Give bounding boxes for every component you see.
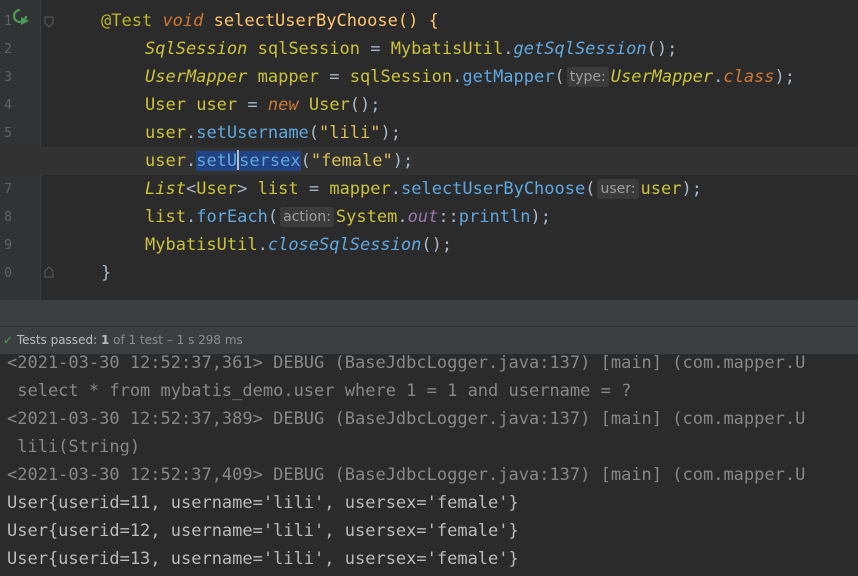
parameter-hint: user: <box>597 179 639 199</box>
code-text: . <box>257 235 268 255</box>
code-text: ( <box>308 123 320 143</box>
static-field: out <box>407 207 439 227</box>
console-line: lili(String) <box>7 437 141 457</box>
class-name: UserMapper <box>610 67 714 87</box>
code-text: :: <box>438 207 459 227</box>
code-text: . <box>503 39 514 59</box>
code-line[interactable]: List<User> list = mapper.selectUserByCho… <box>0 175 858 203</box>
code-text: ( <box>554 67 565 87</box>
parameter-hint: type: <box>566 67 609 87</box>
code-line[interactable]: user.setUsername("lili"); <box>0 119 858 147</box>
code-text: > <box>237 179 248 199</box>
code-text: ); <box>380 123 401 143</box>
code-text: ); <box>530 207 551 227</box>
code-line[interactable]: UserMapper mapper = sqlSession.getMapper… <box>0 63 858 91</box>
test-status-bar: ✓ Tests passed: 1 of 1 test – 1 s 298 ms <box>0 327 858 354</box>
code-text: . <box>185 151 197 171</box>
code-text: (); <box>349 95 381 115</box>
console-line: User{userid=12, username='lili', usersex… <box>7 521 519 541</box>
check-icon: ✓ <box>3 333 14 347</box>
console-line: <2021-03-30 12:52:37,389> DEBUG (BaseJdb… <box>7 409 806 429</box>
console-line: <2021-03-30 12:52:37,409> DEBUG (BaseJdb… <box>7 465 806 485</box>
variable: user <box>640 179 682 199</box>
code-text: ); <box>392 151 414 171</box>
code-line[interactable]: User user = new User(); <box>0 91 858 119</box>
code-text: = <box>298 179 330 199</box>
keyword: new <box>267 95 299 115</box>
code-text: () { <box>397 11 439 31</box>
tests-passed-count: 1 <box>100 333 110 347</box>
type-name: User <box>145 95 186 115</box>
method-call: closeSqlSession <box>267 235 422 255</box>
code-text: . <box>452 67 463 87</box>
string-literal: "female" <box>310 151 393 171</box>
code-text: ); <box>774 67 796 87</box>
variable: user <box>196 95 238 115</box>
type-name: SqlSession <box>145 39 248 59</box>
code-text: . <box>390 179 401 199</box>
tests-summary: of 1 test – 1 s 298 ms <box>113 333 243 347</box>
run-console-output[interactable]: <2021-03-30 12:52:37,361> DEBUG (BaseJdb… <box>0 354 858 576</box>
class-name: MybatisUtil <box>145 235 258 255</box>
code-text: . <box>185 123 197 143</box>
panel-divider[interactable] <box>0 300 858 327</box>
code-line[interactable]: MybatisUtil.closeSqlSession(); <box>0 231 858 259</box>
console-line: User{userid=13, username='lili', usersex… <box>7 549 519 569</box>
code-text: = <box>319 67 350 87</box>
variable: user <box>145 123 186 143</box>
code-text: ( <box>267 207 279 227</box>
code-text: (); <box>421 235 453 255</box>
code-text: = <box>359 39 391 59</box>
keyword: class <box>723 67 775 87</box>
code-line[interactable]: list.forEach(action: System.out::println)… <box>0 203 858 231</box>
variable: mapper <box>329 179 391 199</box>
type-name: List <box>145 179 186 199</box>
code-text: < <box>185 179 197 199</box>
console-line: select * from mybatis_demo.user where 1 … <box>7 381 632 401</box>
code-text: ( <box>585 179 596 199</box>
variable: user <box>145 151 186 171</box>
method-call: setU <box>196 151 238 171</box>
closing-brace: } <box>101 263 112 283</box>
code-text: ( <box>300 151 311 171</box>
parameter-hint: action: <box>280 207 334 227</box>
variable: mapper <box>257 67 320 87</box>
method-call: forEach <box>196 207 268 227</box>
annotation: @Test <box>101 11 153 31</box>
class-name: System <box>335 207 398 227</box>
tests-status-label: Tests passed: <box>16 333 98 347</box>
current-code-line[interactable]: user.setU sersex("female"); <box>0 147 858 175</box>
console-line: User{userid=11, username='lili', usersex… <box>7 493 519 513</box>
code-text: . <box>397 207 408 227</box>
keyword: void <box>162 11 204 31</box>
string-literal: "lili" <box>319 123 381 143</box>
variable: list <box>145 207 186 227</box>
method-call: getSqlSession <box>513 39 647 59</box>
method-reference: println <box>458 207 531 227</box>
method-call: setUsername <box>196 123 309 143</box>
code-text: . <box>185 207 197 227</box>
method-name: selectUserByChoose <box>213 11 398 31</box>
code-text: (); <box>646 39 678 59</box>
code-line[interactable]: } <box>0 259 858 287</box>
code-text: . <box>713 67 724 87</box>
code-line[interactable]: @Test void selectUserByChoose() { <box>0 7 858 35</box>
code-line[interactable]: SqlSession sqlSession = MybatisUtil.getS… <box>0 35 858 63</box>
code-text: = <box>237 95 268 115</box>
variable: list <box>257 179 299 199</box>
console-line: <2021-03-30 12:52:37,361> DEBUG (BaseJdb… <box>7 354 806 373</box>
method-call: getMapper <box>462 67 555 87</box>
type-name: UserMapper <box>145 67 248 87</box>
code-editor[interactable]: 1 2 3 4 5 6 7 8 9 0 @Test void selectUse… <box>0 0 858 300</box>
method-call: sersex <box>239 151 301 171</box>
method-call: selectUserByChoose <box>401 179 586 199</box>
class-name: MybatisUtil <box>390 39 504 59</box>
class-name: User <box>308 95 350 115</box>
code-text: ); <box>681 179 702 199</box>
variable: sqlSession <box>349 67 453 87</box>
type-name: User <box>196 179 238 199</box>
variable: sqlSession <box>257 39 360 59</box>
